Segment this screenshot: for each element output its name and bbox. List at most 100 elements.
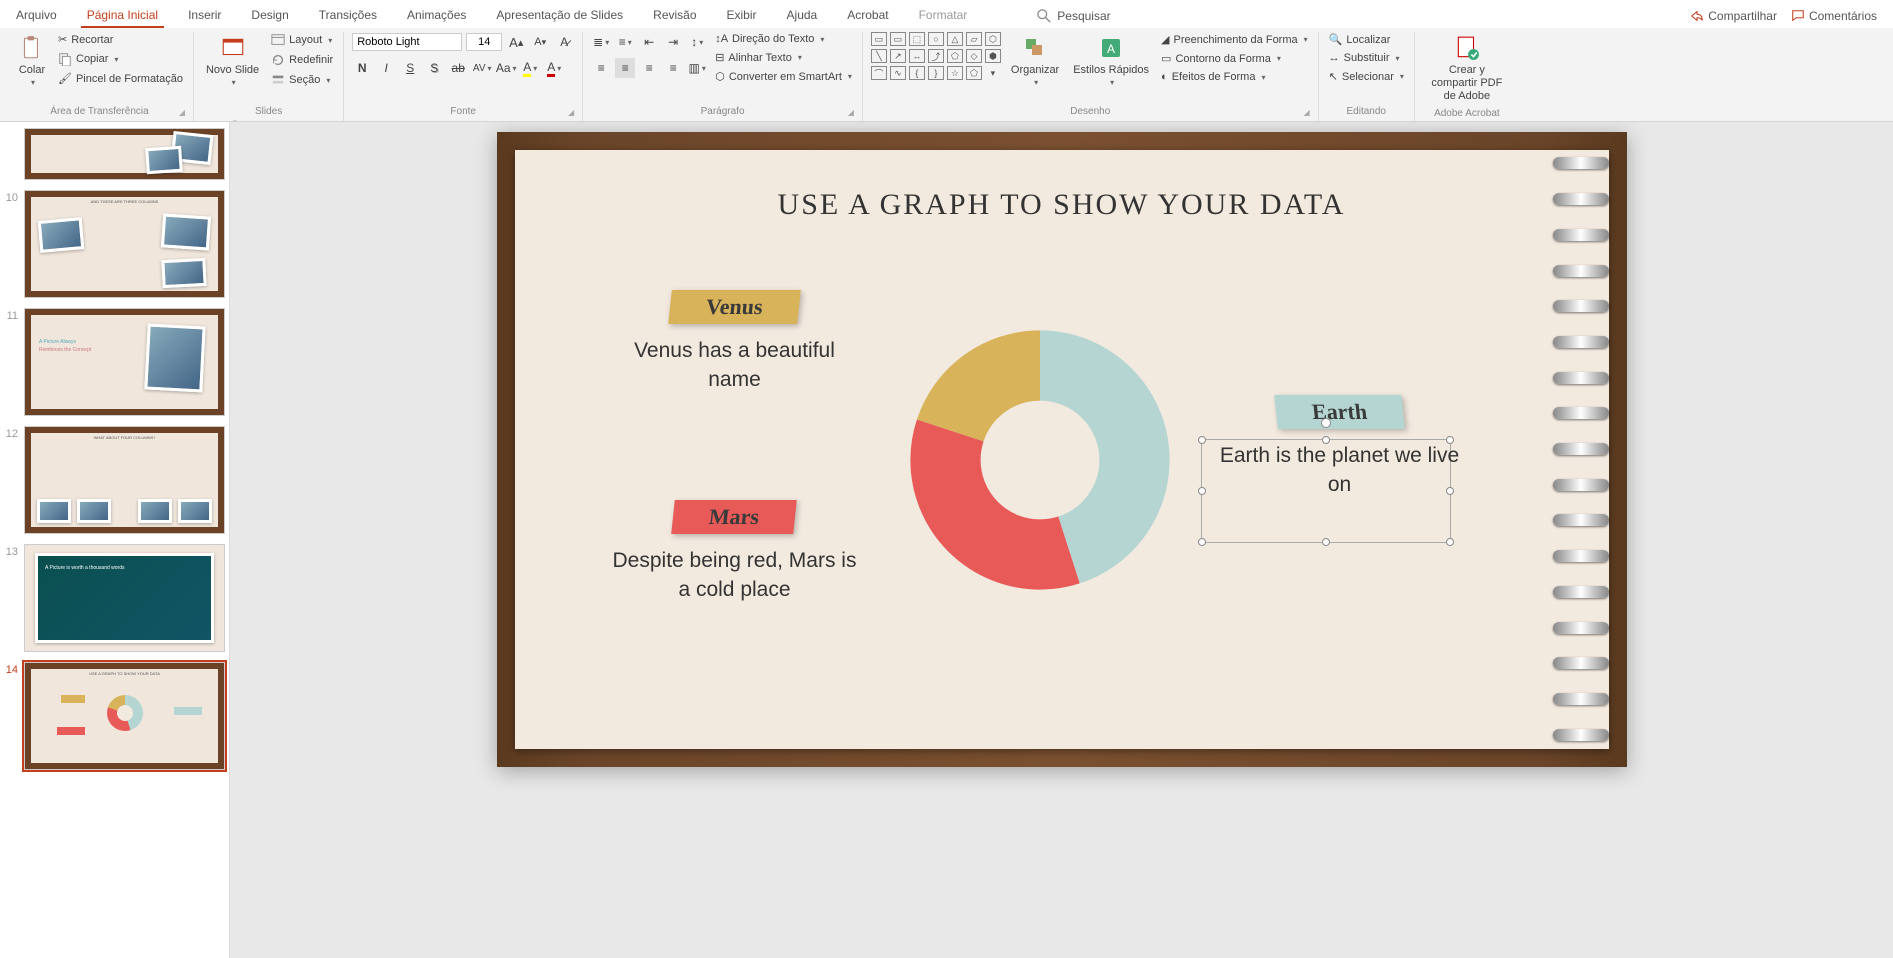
increase-indent-button[interactable]: ⇥: [663, 32, 683, 52]
font-name-select[interactable]: [352, 33, 462, 51]
section-button[interactable]: Seção: [269, 72, 335, 88]
align-text-icon: ⊟: [715, 51, 724, 64]
menu-transicoes[interactable]: Transições: [313, 4, 383, 28]
mars-block[interactable]: Mars Despite being red, Mars is a cold p…: [610, 500, 860, 605]
handle-s[interactable]: [1322, 538, 1330, 546]
menu-exibir[interactable]: Exibir: [721, 4, 763, 28]
align-text-button[interactable]: ⊟Alinhar Texto: [713, 50, 854, 65]
font-size-select[interactable]: [466, 33, 502, 51]
quick-styles-icon: A: [1097, 34, 1125, 62]
adobe-pdf-button[interactable]: Crear y compartir PDF de Adobe: [1423, 32, 1511, 106]
comment-icon: [1791, 9, 1805, 23]
bold-button[interactable]: N: [352, 58, 372, 78]
shape-fill-button[interactable]: ◢Preenchimento da Forma: [1159, 32, 1310, 47]
menu-design[interactable]: Design: [245, 4, 294, 28]
workspace: 10 AND THESE ARE THREE COLUMNS 11 A Pict…: [0, 122, 1893, 958]
group-slides: Novo Slide Layout Redefinir Seção Slides: [194, 32, 344, 121]
menu-formatar[interactable]: Formatar: [913, 4, 974, 28]
scissors-icon: ✂: [58, 33, 67, 46]
handle-se[interactable]: [1446, 538, 1454, 546]
paste-button[interactable]: Colar: [14, 32, 50, 89]
search-box[interactable]: Pesquisar: [1031, 4, 1116, 28]
venus-caption: Venus has a beautiful name: [625, 336, 845, 395]
decrease-indent-button[interactable]: ⇤: [639, 32, 659, 52]
group-paragraph: ≣ ≡ ⇤ ⇥ ↕ ≡ ≡ ≡ ≡ ▥ ↕ADireção do Texto ⊟…: [583, 32, 863, 121]
convert-smartart-button[interactable]: ⬡Converter em SmartArt: [713, 69, 854, 84]
text-direction-button[interactable]: ↕ADireção do Texto: [713, 32, 854, 46]
rotate-handle[interactable]: [1321, 418, 1331, 428]
comments-button[interactable]: Comentários: [1791, 8, 1877, 24]
arrange-button[interactable]: Organizar: [1007, 32, 1063, 89]
menu-ajuda[interactable]: Ajuda: [781, 4, 824, 28]
paste-icon: [18, 34, 46, 62]
earth-tape: Earth: [1274, 395, 1405, 429]
menu-arquivo[interactable]: Arquivo: [10, 4, 63, 28]
donut-chart[interactable]: [905, 325, 1175, 595]
search-icon: [1037, 9, 1051, 23]
new-slide-button[interactable]: Novo Slide: [202, 32, 263, 89]
copy-button[interactable]: Copiar: [56, 51, 185, 67]
menu-bar: Arquivo Página Inicial Inserir Design Tr…: [0, 0, 1893, 28]
bullets-button[interactable]: ≣: [591, 32, 611, 52]
decrease-font-button[interactable]: A▾: [530, 32, 550, 52]
cut-button[interactable]: ✂Recortar: [56, 32, 185, 47]
shape-outline-button[interactable]: ▭Contorno da Forma: [1159, 51, 1310, 66]
menu-acrobat[interactable]: Acrobat: [841, 4, 894, 28]
select-icon: ↖: [1329, 70, 1338, 83]
numbering-button[interactable]: ≡: [615, 32, 635, 52]
slide-thumb-13[interactable]: A Picture is worth a thousand words: [24, 544, 225, 652]
handle-w[interactable]: [1198, 487, 1206, 495]
slide-thumb-14[interactable]: USE A GRAPH TO SHOW YOUR DATA: [24, 662, 225, 770]
change-case-button[interactable]: Aa: [496, 58, 516, 78]
quick-styles-button[interactable]: A Estilos Rápidos: [1069, 32, 1153, 89]
highlight-button[interactable]: A: [520, 58, 540, 78]
underline-button[interactable]: S: [400, 58, 420, 78]
slide-thumb-10[interactable]: AND THESE ARE THREE COLUMNS: [24, 190, 225, 298]
shape-gallery[interactable]: ▭▭⬚○△▱⬡ ╲↗↔⤴⬠◇⬢ ⌒∿{}☆⬠▾: [871, 32, 1001, 80]
slide-title[interactable]: USE A GRAPH TO SHOW YOUR DATA: [515, 150, 1609, 222]
columns-button[interactable]: ▥: [687, 58, 707, 78]
slide-canvas[interactable]: USE A GRAPH TO SHOW YOUR DATA Venus Venu…: [230, 122, 1893, 958]
menu-animacoes[interactable]: Animações: [401, 4, 472, 28]
menu-revisao[interactable]: Revisão: [647, 4, 702, 28]
format-painter-button[interactable]: 🖌Pincel de Formatação: [56, 71, 185, 86]
reset-button[interactable]: Redefinir: [269, 52, 335, 68]
search-placeholder: Pesquisar: [1057, 9, 1110, 23]
share-button[interactable]: Compartilhar: [1690, 8, 1777, 24]
handle-nw[interactable]: [1198, 436, 1206, 444]
find-button[interactable]: 🔍Localizar: [1327, 32, 1406, 47]
clear-formatting-button[interactable]: A̷: [554, 32, 574, 52]
replace-button[interactable]: ↔Substituir: [1327, 51, 1406, 65]
handle-sw[interactable]: [1198, 538, 1206, 546]
find-icon: 🔍: [1329, 33, 1343, 46]
justify-button[interactable]: ≡: [663, 58, 683, 78]
earth-block[interactable]: Earth Earth is the planet we live on: [1215, 395, 1465, 500]
slide-thumb-11[interactable]: A Picture Always Reinforces the Concept: [24, 308, 225, 416]
venus-tape: Venus: [668, 290, 800, 324]
slide-thumb-12[interactable]: WHAT ABOUT FOUR COLUMNS?: [24, 426, 225, 534]
section-icon: [271, 73, 285, 87]
select-button[interactable]: ↖Selecionar: [1327, 69, 1406, 84]
align-left-button[interactable]: ≡: [591, 58, 611, 78]
increase-font-button[interactable]: A▴: [506, 32, 526, 52]
align-center-button[interactable]: ≡: [615, 58, 635, 78]
slide-thumb-9[interactable]: [24, 128, 225, 180]
italic-button[interactable]: I: [376, 58, 396, 78]
layout-button[interactable]: Layout: [269, 32, 335, 48]
slide-thumbnail-panel[interactable]: 10 AND THESE ARE THREE COLUMNS 11 A Pict…: [0, 122, 230, 958]
copy-icon: [58, 52, 72, 66]
line-spacing-button[interactable]: ↕: [687, 32, 707, 52]
venus-block[interactable]: Venus Venus has a beautiful name: [625, 290, 845, 395]
text-direction-icon: ↕A: [715, 33, 728, 45]
align-right-button[interactable]: ≡: [639, 58, 659, 78]
strikethrough-button[interactable]: ab: [448, 58, 468, 78]
shadow-button[interactable]: S: [424, 58, 444, 78]
menu-inserir[interactable]: Inserir: [182, 4, 227, 28]
shape-effects-button[interactable]: ◐Efeitos de Forma: [1159, 70, 1310, 84]
layout-icon: [271, 33, 285, 47]
char-spacing-button[interactable]: AV: [472, 58, 492, 78]
outline-icon: ▭: [1161, 52, 1171, 65]
menu-pagina-inicial[interactable]: Página Inicial: [81, 4, 164, 28]
font-color-button[interactable]: A: [544, 58, 564, 78]
menu-apresentacao[interactable]: Apresentação de Slides: [490, 4, 629, 28]
